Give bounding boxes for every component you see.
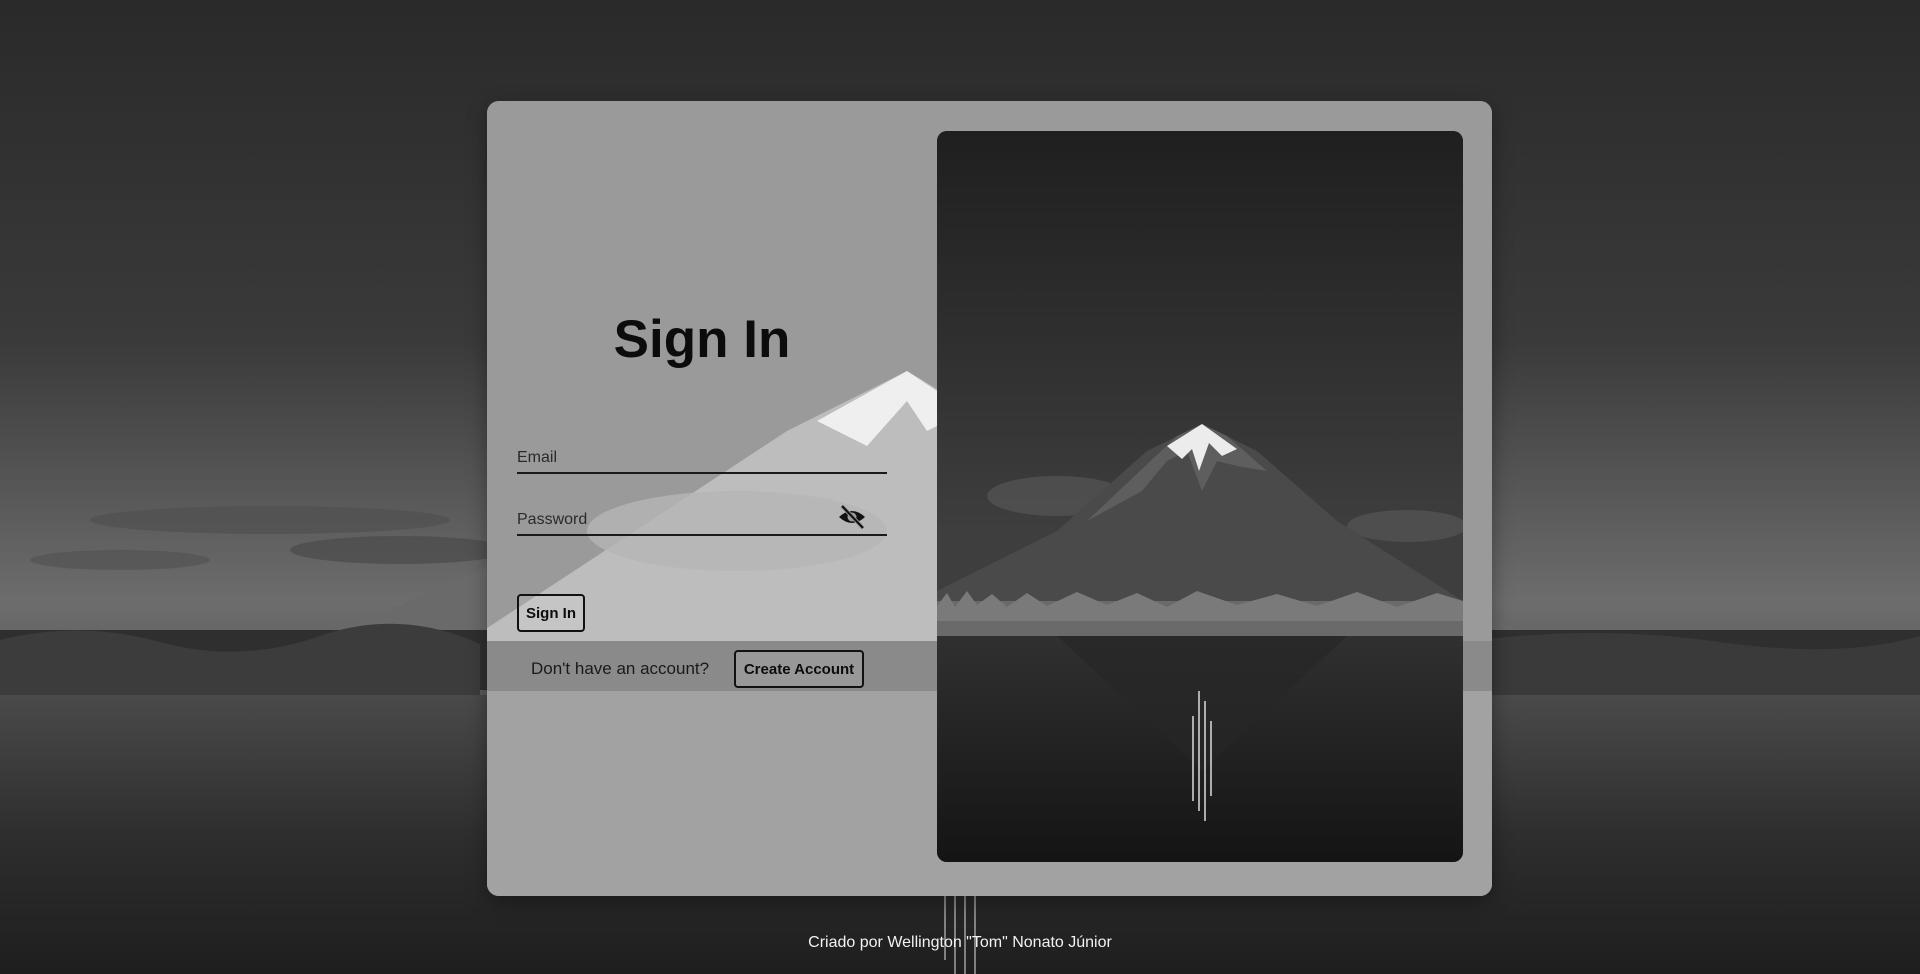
sign-in-card: Sign In Sign In Don't have an account? C… [487, 101, 1492, 896]
login-form: Sign In Sign In Don't have an account? C… [517, 101, 887, 896]
no-account-text: Don't have an account? [531, 659, 710, 678]
mountain-lake-image [937, 131, 1463, 862]
page-title: Sign In [613, 310, 791, 369]
mountain-image-panel [937, 131, 1463, 862]
footer-credit: Criado por Wellington "Tom" Nonato Júnio… [808, 934, 1112, 951]
password-field[interactable] [517, 502, 887, 534]
sign-in-button[interactable]: Sign In [517, 594, 585, 632]
eye-off-icon[interactable] [837, 504, 867, 530]
email-field-container [517, 440, 887, 474]
create-account-button[interactable]: Create Account [734, 650, 864, 688]
email-field[interactable] [517, 440, 887, 472]
password-field-container [517, 502, 887, 536]
